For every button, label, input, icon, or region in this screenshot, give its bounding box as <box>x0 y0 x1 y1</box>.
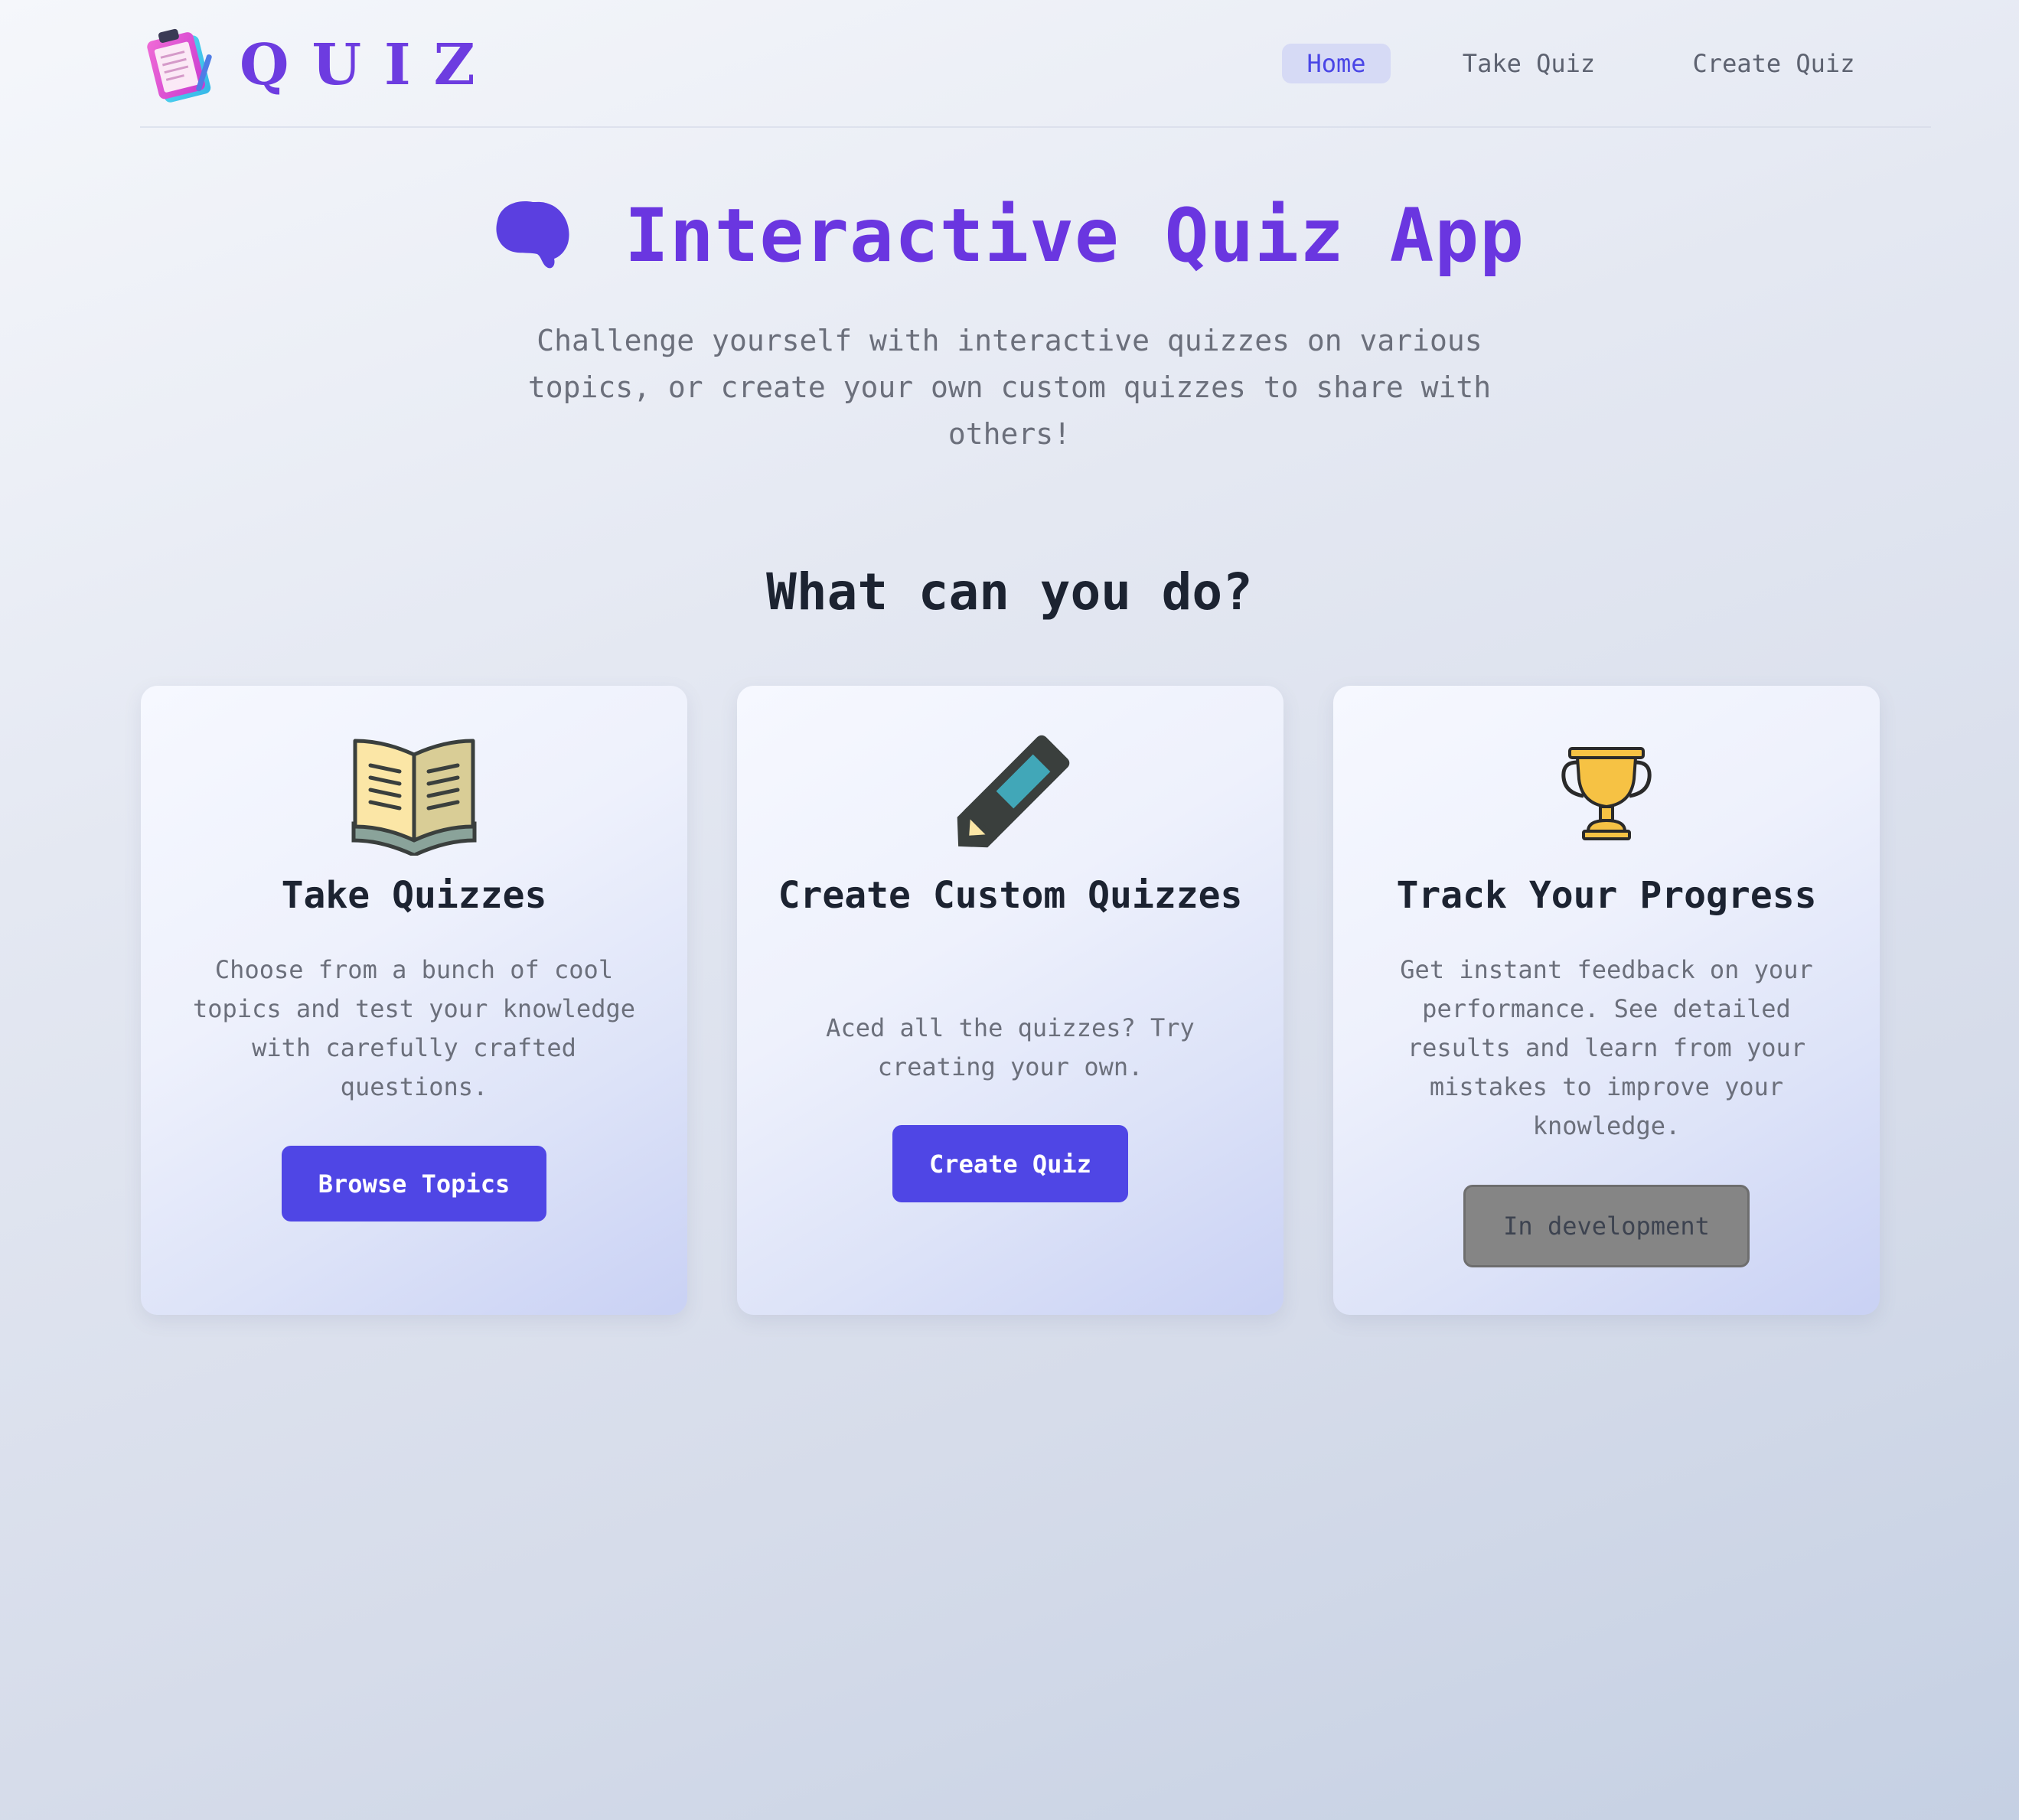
trophy-icon <box>1561 747 1652 840</box>
nav-link-create-quiz[interactable]: Create Quiz <box>1680 44 1867 83</box>
nav-links: Home Take Quiz Create Quiz <box>0 44 2019 83</box>
card-description: Aced all the quizzes? Try creating your … <box>826 1013 1195 1081</box>
feature-card-track-progress: Track Your Progress Get instant feedback… <box>1333 686 1880 1315</box>
in-development-button[interactable]: In development <box>1463 1185 1750 1267</box>
pencil-icon <box>957 735 1070 848</box>
brain-icon <box>496 201 569 268</box>
nav-divider <box>140 126 1931 128</box>
top-navbar: QUIZ Home Take Quiz Create Quiz <box>0 0 2019 128</box>
create-quiz-button[interactable]: Create Quiz <box>892 1125 1128 1202</box>
section-title: What can you do? <box>766 563 1253 621</box>
nav-link-home[interactable]: Home <box>1282 44 1391 83</box>
feature-card-create-quizzes: Create Custom Quizzes Aced all the quizz… <box>737 686 1283 1315</box>
feature-card-take-quizzes: Take Quizzes Choose from a bunch of cool… <box>141 686 687 1315</box>
card-description: Get instant feedback on your performance… <box>1400 955 1813 1140</box>
browse-topics-button[interactable]: Browse Topics <box>282 1146 546 1221</box>
nav-link-take-quiz[interactable]: Take Quiz <box>1439 44 1619 83</box>
card-description: Choose from a bunch of cool topics and t… <box>193 955 635 1101</box>
open-book-icon <box>351 739 477 856</box>
hero-subtitle: Challenge yourself with interactive quiz… <box>527 324 1492 451</box>
card-title: Create Custom Quizzes <box>778 874 1243 917</box>
card-title: Track Your Progress <box>1396 874 1817 917</box>
hero-heading: Interactive Quiz App <box>0 188 2019 283</box>
page-title: Interactive Quiz App <box>625 192 1525 279</box>
card-title: Take Quizzes <box>281 874 547 917</box>
